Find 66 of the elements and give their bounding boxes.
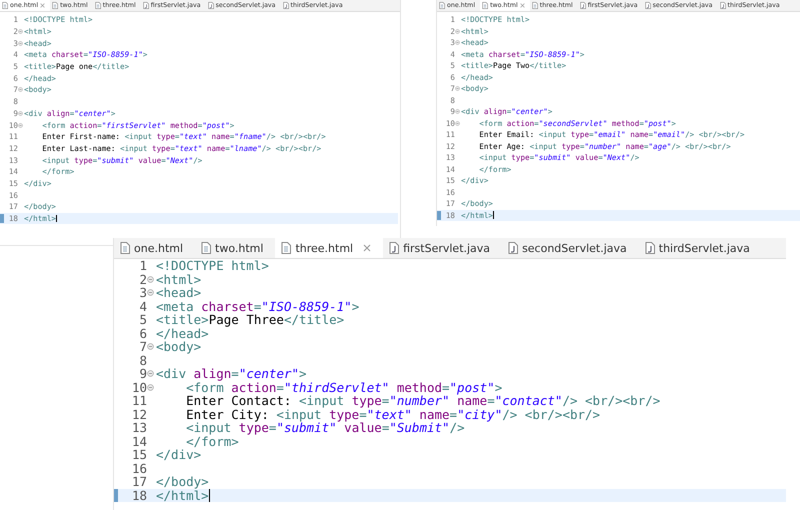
file-icon bbox=[201, 242, 212, 254]
fold-icon[interactable] bbox=[18, 122, 23, 128]
fold-icon[interactable] bbox=[18, 110, 23, 116]
line-number: 10 bbox=[130, 380, 147, 394]
line-number: 2 bbox=[138, 272, 147, 286]
fold-icon[interactable] bbox=[147, 370, 154, 378]
line-number: 16 bbox=[130, 462, 147, 475]
line-number: 9 bbox=[138, 367, 147, 380]
close-icon[interactable] bbox=[520, 3, 525, 8]
fold-icon[interactable] bbox=[455, 40, 460, 46]
line-number: 6 bbox=[138, 326, 147, 340]
file-tab[interactable]: secondServlet.java bbox=[502, 238, 639, 258]
fold-icon[interactable] bbox=[147, 289, 154, 296]
close-icon[interactable] bbox=[40, 3, 46, 8]
fold-icon[interactable] bbox=[455, 109, 460, 114]
fold-icon[interactable] bbox=[455, 28, 460, 34]
file-tab[interactable]: one.html bbox=[114, 238, 196, 258]
code-line: </div> bbox=[156, 448, 202, 462]
line-number: 1 bbox=[138, 259, 147, 272]
file-icon bbox=[482, 2, 488, 9]
file-tab[interactable]: firstServlet.java bbox=[383, 238, 502, 258]
line-number: 4 bbox=[138, 300, 147, 313]
code-line: </html> bbox=[156, 488, 210, 502]
java-file-icon bbox=[389, 242, 400, 254]
fold-icon[interactable] bbox=[147, 384, 154, 391]
fold-icon[interactable] bbox=[147, 343, 154, 350]
code-line: Enter Contact: <input type="number" name="contact"/> <br/><br/> bbox=[185, 394, 660, 408]
line-number: 12 bbox=[130, 408, 147, 421]
file-icon bbox=[120, 242, 130, 254]
fold-icon[interactable] bbox=[18, 87, 23, 92]
code-line: </body> bbox=[156, 475, 209, 488]
line-number: 15 bbox=[130, 448, 147, 462]
line-number: 14 bbox=[130, 434, 147, 448]
code-line: <input type="submit" value="Submit"/> bbox=[185, 421, 465, 434]
line-number: 3 bbox=[138, 286, 147, 300]
file-tab[interactable]: three.html bbox=[275, 238, 384, 258]
file-tab[interactable]: two.html bbox=[195, 238, 276, 258]
fold-icon[interactable] bbox=[147, 276, 154, 283]
line-number: 11 bbox=[130, 394, 147, 408]
code-line: <body> bbox=[156, 340, 202, 354]
file-tab[interactable]: thirdServlet.java bbox=[638, 238, 762, 258]
java-file-icon bbox=[508, 242, 518, 254]
code-line: <!DOCTYPE html> bbox=[156, 259, 269, 272]
code-line: <div align="center"> bbox=[156, 367, 307, 380]
line-number: 17 bbox=[130, 475, 147, 488]
file-icon bbox=[2, 2, 8, 9]
close-icon[interactable] bbox=[363, 244, 372, 252]
code-line: Enter City: <input type="text" name="city"/> <br/><br/> bbox=[185, 408, 600, 421]
code-line: <meta charset="ISO-8859-1"> bbox=[156, 300, 360, 313]
fold-icon[interactable] bbox=[455, 86, 460, 92]
line-number: 13 bbox=[130, 421, 147, 434]
fold-icon[interactable] bbox=[18, 29, 23, 34]
code-line: <html> bbox=[156, 272, 202, 286]
line-number: 5 bbox=[138, 313, 147, 326]
file-icon bbox=[281, 242, 292, 254]
fold-icon[interactable] bbox=[18, 40, 23, 46]
line-number: 7 bbox=[138, 340, 147, 354]
java-file-icon bbox=[644, 242, 655, 254]
code-line: <title>Page Three</title> bbox=[156, 313, 344, 326]
code-line: <head> bbox=[156, 286, 202, 300]
fold-icon[interactable] bbox=[455, 120, 460, 126]
line-number: 18 bbox=[130, 488, 147, 502]
code-line: </form> bbox=[185, 434, 239, 448]
code-line: </head> bbox=[156, 326, 209, 340]
line-number: 8 bbox=[138, 354, 147, 367]
code-line: <form action="thirdServlet" method="post"> bbox=[185, 380, 502, 394]
